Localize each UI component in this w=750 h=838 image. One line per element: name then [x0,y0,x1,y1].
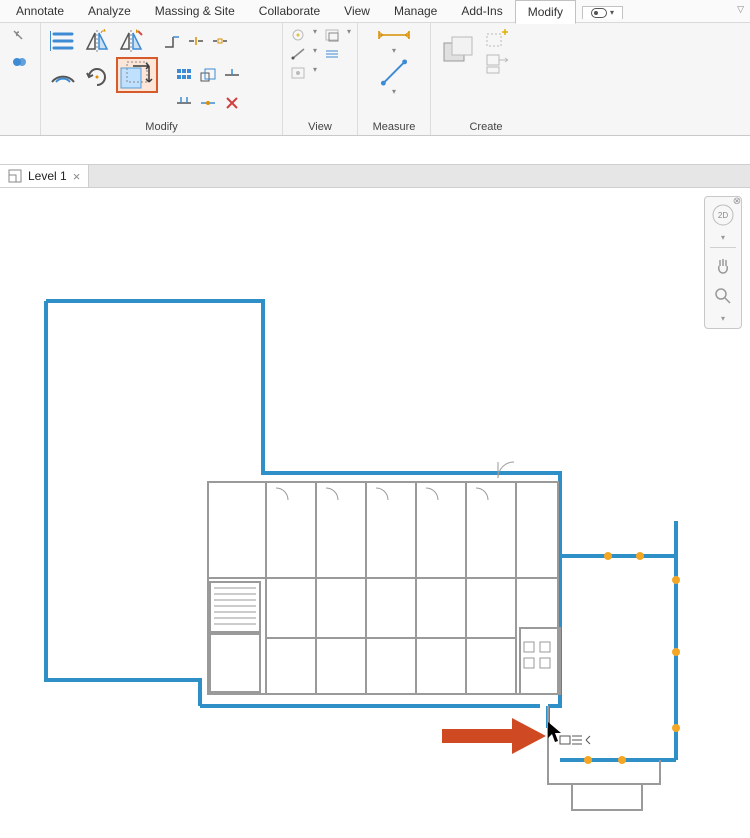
chevron-down-icon[interactable]: ▾ [313,46,317,62]
panel-label-create: Create [469,119,502,133]
tab-annotate[interactable]: Annotate [4,0,76,22]
close-tab-icon[interactable]: × [73,170,81,183]
join-icon[interactable] [10,50,30,70]
panel-label-measure: Measure [373,119,416,133]
panel-label-view: View [308,119,332,133]
trim-extend-corner-icon[interactable] [163,33,181,49]
panel-view: ▾ ▾ ▾ ▾ View [283,23,358,135]
create-group-icon[interactable] [439,27,479,73]
document-tab-label: Level 1 [28,169,67,183]
contextual-tab-dropdown[interactable]: ▾ [582,6,623,19]
zoom-icon[interactable] [709,282,737,310]
ribbon: Modify ▾ ▾ ▾ ▾ View ▾ ▾ [0,23,750,136]
document-tab-level1[interactable]: Level 1 × [0,165,89,187]
tab-addins[interactable]: Add-Ins [449,0,514,22]
drawing-canvas[interactable]: ⊗ 2D ▾ ▾ [0,188,750,838]
split-with-gap-icon[interactable] [211,33,229,49]
scale-icon[interactable] [199,67,217,83]
mirror-draw-axis-icon[interactable] [117,27,145,55]
chevron-down-icon: ▾ [610,8,614,17]
create-similar-icon[interactable] [485,27,511,49]
offset-icon[interactable] [49,61,77,89]
svg-text:2D: 2D [718,211,728,220]
trim-single-icon[interactable] [223,67,241,83]
measure-icon[interactable]: ▾ [374,58,414,96]
viewcube-menu-icon[interactable]: ▾ [709,231,737,243]
tab-view[interactable]: View [332,0,382,22]
split-element-icon[interactable] [187,33,205,49]
panel-label-modify: Modify [145,119,177,133]
panel-modify: Modify [41,23,283,135]
nav-menu-icon[interactable]: ▾ [709,312,737,324]
close-navbar-icon[interactable]: ⊗ [731,195,743,207]
mirror-pick-axis-icon[interactable] [83,27,111,55]
array-icon[interactable] [175,67,193,83]
pin-icon[interactable] [199,95,217,111]
aligned-dimension-icon[interactable] [376,27,412,43]
delete-icon[interactable] [223,95,241,111]
cut-icon[interactable] [10,27,30,47]
align-icon[interactable] [49,27,77,55]
floorplan-icon [8,169,22,183]
pan-icon[interactable] [709,252,737,280]
ribbon-tabbar: Annotate Analyze Massing & Site Collabor… [0,0,750,23]
chevron-down-icon[interactable]: ▾ [392,46,396,55]
annotation-arrow [442,718,546,754]
rotate-icon[interactable] [83,61,111,89]
chevron-down-icon: ▾ [392,87,396,96]
tab-collaborate[interactable]: Collaborate [247,0,332,22]
hide-category-icon[interactable] [323,46,341,62]
tab-modify[interactable]: Modify [515,0,576,24]
tab-massing-site[interactable]: Massing & Site [143,0,247,22]
show-hidden-icon[interactable] [323,27,341,43]
tab-analyze[interactable]: Analyze [76,0,143,22]
chevron-down-icon[interactable]: ▾ [313,27,317,43]
override-graphics-icon[interactable] [289,65,307,81]
tab-overflow-icon[interactable]: ▽ [737,4,744,15]
thin-lines-icon[interactable] [289,27,307,43]
panel-measure: ▾ ▾ Measure [358,23,431,135]
tab-manage[interactable]: Manage [382,0,449,22]
mouse-cursor [548,722,590,744]
panel-create: Create [431,23,541,135]
create-assembly-icon[interactable] [485,53,511,75]
linework-icon[interactable] [289,46,307,62]
trim-multiple-icon[interactable] [175,95,193,111]
chevron-down-icon[interactable]: ▾ [347,27,351,43]
document-tabbar: Level 1 × ▽ [0,164,750,188]
navigation-bar: ⊗ 2D ▾ ▾ [704,196,742,329]
floor-plan [0,188,750,838]
move-icon[interactable] [117,58,157,92]
chevron-down-icon[interactable]: ▾ [313,65,317,81]
panel-cutoff-left [0,23,41,135]
